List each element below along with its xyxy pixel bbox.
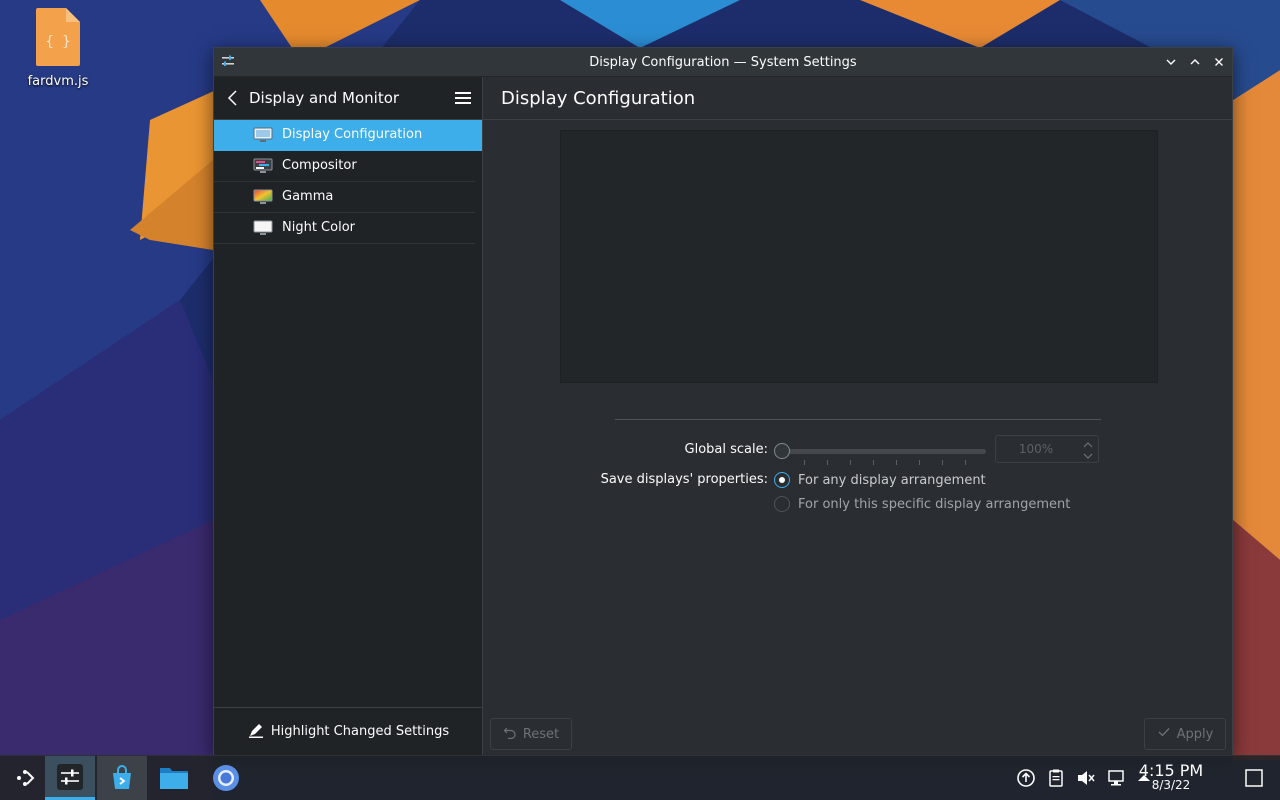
sidebar-item-compositor[interactable]: Compositor xyxy=(214,151,475,182)
reset-button[interactable]: Reset xyxy=(490,718,572,750)
sidebar-item-label: Night Color xyxy=(282,220,355,235)
sidebar-header: Display and Monitor xyxy=(214,77,482,120)
radio-any-arrangement[interactable]: For any display arrangement xyxy=(774,471,986,489)
taskbar: 4:15 PM 8/3/22 xyxy=(0,755,1280,800)
volume-muted-icon[interactable] xyxy=(1076,768,1096,788)
discover-store-icon[interactable] xyxy=(97,756,147,800)
slider-tick xyxy=(827,460,828,465)
spin-up-icon[interactable] xyxy=(1082,439,1094,449)
update-icon[interactable] xyxy=(1016,768,1036,788)
clock-date: 8/3/22 xyxy=(1151,778,1191,792)
radio-button-selected[interactable] xyxy=(774,472,790,488)
global-scale-slider[interactable] xyxy=(774,439,986,467)
compositor-icon xyxy=(253,158,273,174)
separator xyxy=(615,419,1101,420)
sidebar: Display and Monitor Display Configuratio… xyxy=(214,77,483,755)
highlighter-pen-icon xyxy=(247,721,265,743)
slider-tick xyxy=(850,460,851,465)
system-settings-window: Display Configuration — System Settings … xyxy=(213,47,1233,756)
launcher-icon[interactable] xyxy=(0,756,50,800)
file-manager-icon[interactable] xyxy=(149,756,199,800)
radio-label: For any display arrangement xyxy=(798,472,986,488)
minimize-icon[interactable] xyxy=(1162,53,1180,71)
system-settings-icon[interactable] xyxy=(45,756,95,800)
clock[interactable]: 4:15 PM 8/3/22 xyxy=(1136,761,1206,792)
slider-tick xyxy=(804,460,805,465)
slider-tick xyxy=(919,460,920,465)
sidebar-item-night-color[interactable]: Night Color xyxy=(214,213,475,244)
monitor-icon xyxy=(253,127,273,143)
svg-text:{ }: { } xyxy=(45,34,70,50)
global-scale-value: 100% xyxy=(1018,442,1054,456)
network-icon[interactable] xyxy=(1106,768,1126,788)
radio-label: For only this specific display arrangeme… xyxy=(798,496,1071,512)
radio-button-unselected[interactable] xyxy=(774,496,790,512)
slider-track xyxy=(782,449,986,454)
global-scale-label: Global scale: xyxy=(684,442,768,457)
display-arrangement-preview[interactable] xyxy=(560,130,1158,383)
gamma-icon xyxy=(253,189,273,205)
sidebar-item-gamma[interactable]: Gamma xyxy=(214,182,475,213)
slider-tick xyxy=(965,460,966,465)
js-file-icon: { } xyxy=(36,8,80,66)
desktop-file-label: fardvm.js xyxy=(27,74,89,89)
page-title: Display Configuration xyxy=(501,88,696,109)
sidebar-item-display-configuration[interactable]: Display Configuration xyxy=(214,120,482,151)
close-icon[interactable] xyxy=(1210,53,1228,71)
highlight-changed-settings-label: Highlight Changed Settings xyxy=(270,724,450,739)
slider-handle[interactable] xyxy=(774,443,790,459)
main-header: Display Configuration xyxy=(483,77,1232,120)
show-desktop-icon[interactable] xyxy=(1244,768,1264,788)
apply-button[interactable]: Apply xyxy=(1144,718,1226,750)
spin-down-icon[interactable] xyxy=(1082,450,1094,460)
hamburger-menu-icon[interactable] xyxy=(454,89,472,107)
clipboard-icon[interactable] xyxy=(1046,768,1066,788)
window-title: Display Configuration — System Settings xyxy=(589,55,857,70)
sidebar-item-label: Gamma xyxy=(282,189,334,204)
window-titlebar[interactable]: Display Configuration — System Settings xyxy=(214,48,1232,77)
checkmark-icon xyxy=(1157,725,1171,743)
chromium-icon[interactable] xyxy=(201,756,251,800)
slider-tick xyxy=(896,460,897,465)
maximize-icon[interactable] xyxy=(1186,53,1204,71)
slider-tick xyxy=(942,460,943,465)
main-panel: Display Configuration Global scale: 100% xyxy=(483,77,1232,755)
radio-specific-arrangement[interactable]: For only this specific display arrangeme… xyxy=(774,495,1070,513)
global-scale-spinbox[interactable]: 100% xyxy=(995,435,1099,463)
sidebar-title: Display and Monitor xyxy=(249,89,400,107)
sidebar-item-label: Display Configuration xyxy=(282,127,423,142)
back-arrow-icon[interactable] xyxy=(224,89,242,107)
slider-tick xyxy=(873,460,874,465)
apply-label: Apply xyxy=(1176,726,1214,742)
reset-label: Reset xyxy=(522,726,560,742)
night-color-icon xyxy=(253,220,273,236)
undo-icon xyxy=(503,725,517,743)
highlight-changed-settings-button[interactable]: Highlight Changed Settings xyxy=(214,707,482,755)
sidebar-item-label: Compositor xyxy=(282,158,357,173)
save-properties-label: Save displays' properties: xyxy=(600,472,768,487)
desktop-file-icon[interactable]: { } fardvm.js xyxy=(22,8,94,89)
